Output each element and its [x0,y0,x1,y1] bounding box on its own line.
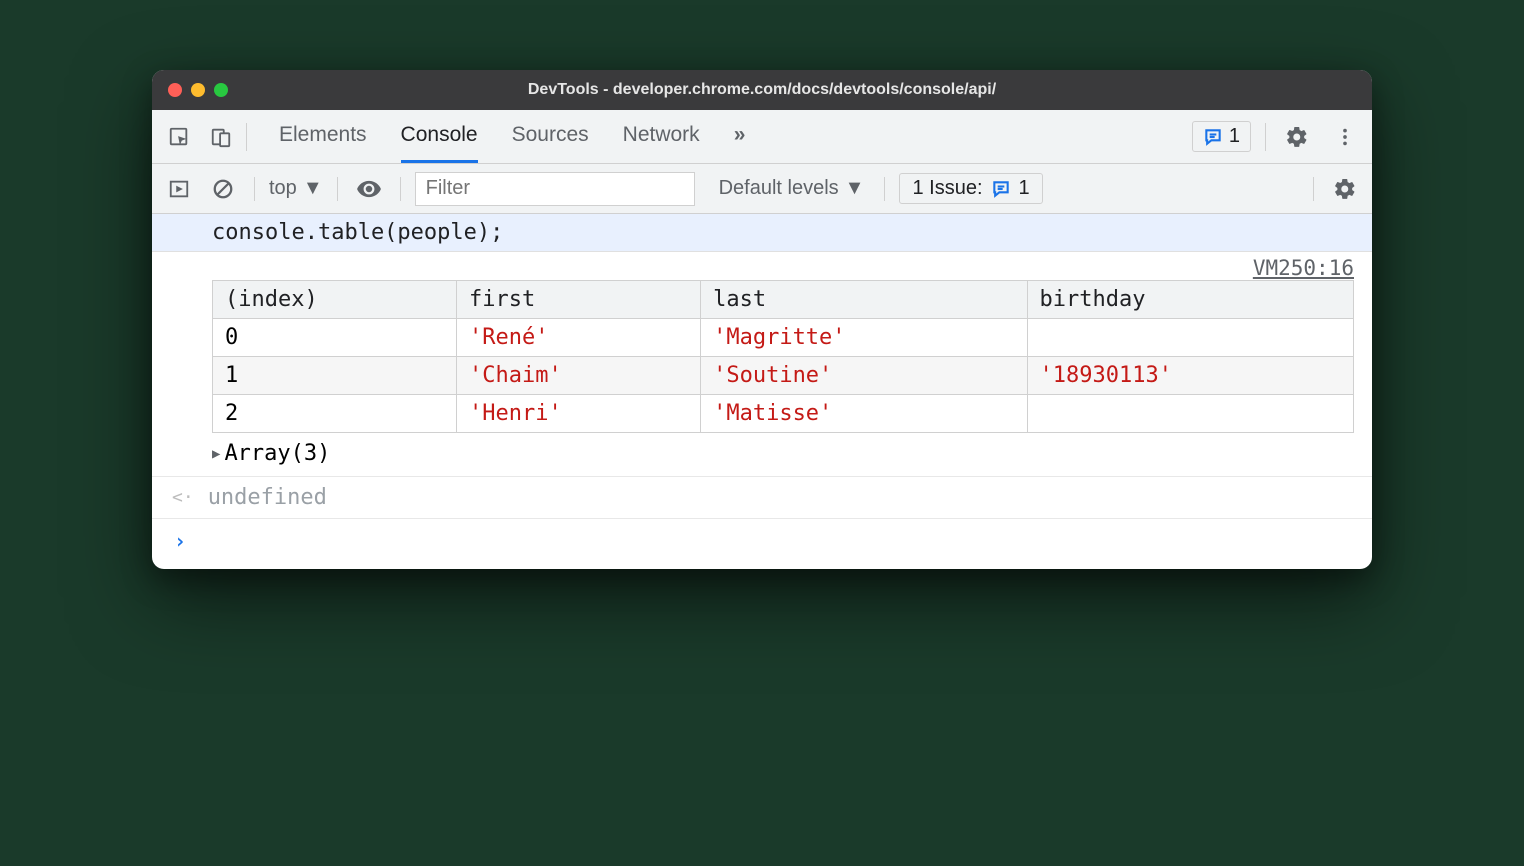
divider [400,177,401,201]
message-icon [991,179,1011,199]
divider [337,177,338,201]
source-link[interactable]: VM250:16 [152,252,1372,280]
maximize-window-button[interactable] [214,83,228,97]
clear-console-icon[interactable] [206,172,240,206]
issues-label: 1 Issue: [912,177,982,200]
table-row[interactable]: 1 'Chaim' 'Soutine' '18930113' [213,357,1354,395]
tab-console[interactable]: Console [401,110,478,163]
array-summary[interactable]: ▶ Array(3) [152,439,1372,477]
cell-last: 'Magritte' [701,319,1027,357]
cell-last: 'Soutine' [701,357,1027,395]
device-toolbar-icon[interactable] [204,120,238,154]
table-row[interactable]: 2 'Henri' 'Matisse' [213,395,1354,433]
chevron-down-icon: ▼ [845,177,865,200]
tabs-overflow-button[interactable]: » [734,110,746,163]
minimize-window-button[interactable] [191,83,205,97]
log-levels-selector[interactable]: Default levels ▼ [719,177,865,200]
divider [1313,177,1314,201]
divider [1265,123,1266,151]
window-title: DevTools - developer.chrome.com/docs/dev… [152,81,1372,99]
divider [246,123,247,151]
cell-birthday: '18930113' [1027,357,1353,395]
prompt-chevron-icon: › [174,529,186,553]
console-prompt[interactable]: › [152,519,1372,569]
toggle-sidebar-icon[interactable] [162,172,196,206]
titlebar: DevTools - developer.chrome.com/docs/dev… [152,70,1372,110]
issues-count: 1 [1019,177,1030,200]
divider [884,177,885,201]
data-table: (index) first last birthday 0 'René' 'Ma… [212,280,1354,433]
messages-count: 1 [1229,125,1240,148]
context-label: top [269,177,297,200]
tab-elements[interactable]: Elements [279,110,367,163]
console-table-output: (index) first last birthday 0 'René' 'Ma… [152,280,1372,439]
inspect-element-icon[interactable] [162,120,196,154]
cell-index: 1 [213,357,457,395]
cell-last: 'Matisse' [701,395,1027,433]
levels-label: Default levels [719,177,839,200]
cell-index: 0 [213,319,457,357]
console-settings-icon[interactable] [1328,172,1362,206]
tab-sources[interactable]: Sources [512,110,589,163]
cell-index: 2 [213,395,457,433]
col-index[interactable]: (index) [213,281,457,319]
console-output: console.table(people); VM250:16 (index) … [152,214,1372,569]
cell-first: 'Chaim' [457,357,701,395]
console-toolbar: top ▼ Default levels ▼ 1 Issue: 1 [152,164,1372,214]
traffic-lights [168,83,228,97]
return-arrow-icon: <· [172,487,194,508]
return-value-line: <· undefined [152,477,1372,519]
table-row[interactable]: 0 'René' 'Magritte' [213,319,1354,357]
close-window-button[interactable] [168,83,182,97]
console-input-echo: console.table(people); [152,214,1372,252]
console-messages-badge[interactable]: 1 [1192,121,1251,152]
tab-network[interactable]: Network [623,110,700,163]
chevron-down-icon: ▼ [303,177,323,200]
col-birthday[interactable]: birthday [1027,281,1353,319]
return-value: undefined [208,485,327,510]
context-selector[interactable]: top ▼ [269,177,323,200]
col-last[interactable]: last [701,281,1027,319]
message-icon [1203,127,1223,147]
cell-first: 'René' [457,319,701,357]
live-expression-icon[interactable] [352,172,386,206]
expand-triangle-icon[interactable]: ▶ [212,446,220,462]
cell-birthday [1027,319,1353,357]
cell-birthday [1027,395,1353,433]
divider [254,177,255,201]
more-menu-icon[interactable] [1328,120,1362,154]
array-label: Array(3) [224,441,330,466]
main-tabs-bar: Elements Console Sources Network » 1 [152,110,1372,164]
cell-first: 'Henri' [457,395,701,433]
devtools-window: DevTools - developer.chrome.com/docs/dev… [152,70,1372,569]
col-first[interactable]: first [457,281,701,319]
issues-badge[interactable]: 1 Issue: 1 [899,173,1042,204]
panel-tabs: Elements Console Sources Network » [279,110,745,163]
settings-icon[interactable] [1280,120,1314,154]
filter-input[interactable] [415,172,695,206]
